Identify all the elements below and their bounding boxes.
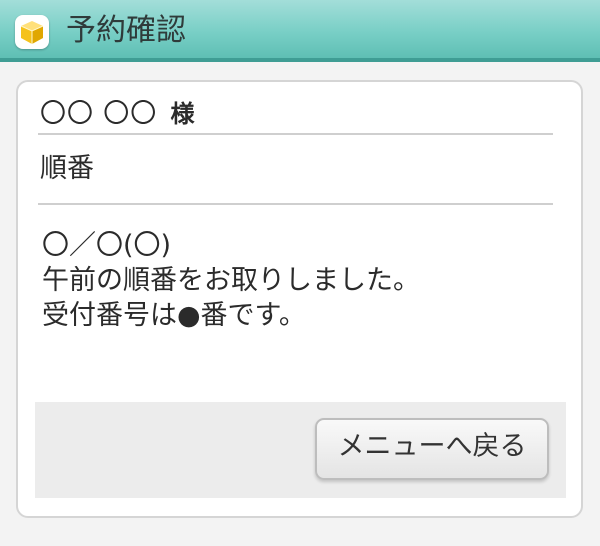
reservation-card: 〇〇 〇〇 様 順番 〇／〇(〇) 午前の順番をお取りしました。 受付番号は●番… (16, 80, 583, 518)
honorific: 様 (170, 100, 196, 128)
reservation-message: 〇／〇(〇) 午前の順番をお取りしました。 受付番号は●番です。 (42, 228, 420, 333)
section-label: 順番 (40, 153, 94, 184)
divider (38, 203, 553, 205)
customer-name-row: 〇〇 〇〇 様 (40, 98, 196, 130)
reservation-confirmation-text: 午前の順番をお取りしました。 (42, 265, 420, 296)
divider (38, 133, 553, 135)
cube-icon (15, 15, 49, 49)
page-title: 予約確認 (66, 13, 186, 48)
card-footer: メニューへ戻る (35, 402, 566, 498)
customer-name: 〇〇 〇〇 (40, 99, 158, 129)
app-header: 予約確認 (0, 0, 600, 62)
back-to-menu-button[interactable]: メニューへ戻る (315, 418, 549, 480)
reception-number-text: 受付番号は●番です。 (42, 300, 306, 331)
reservation-date: 〇／〇(〇) (42, 230, 172, 261)
